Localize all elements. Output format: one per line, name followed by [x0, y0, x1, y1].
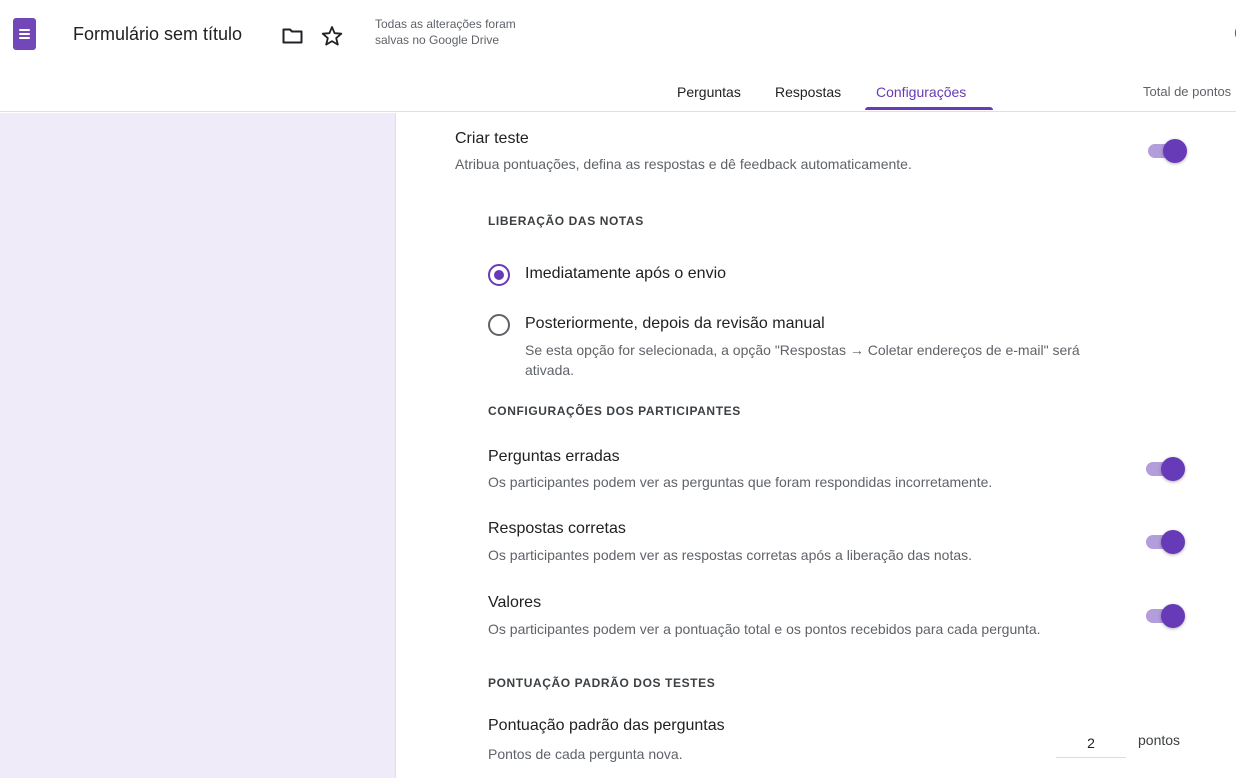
save-status: Todas as alterações foram salvas no Goog…	[375, 16, 565, 48]
correct-answers-title: Respostas corretas	[488, 520, 626, 537]
missed-questions-toggle[interactable]	[1142, 456, 1185, 482]
left-background-panel	[0, 113, 396, 778]
forms-logo-icon[interactable]	[13, 18, 36, 50]
release-manual-radio[interactable]	[488, 314, 510, 336]
star-icon[interactable]	[320, 24, 344, 48]
release-manual-label[interactable]: Posteriormente, depois da revisão manual	[525, 315, 825, 333]
active-tab-indicator	[865, 107, 993, 110]
form-title[interactable]: Formulário sem título	[73, 24, 242, 45]
release-immediate-label[interactable]: Imediatamente após o envio	[525, 265, 726, 283]
correct-answers-toggle[interactable]	[1142, 529, 1185, 555]
app-header: Formulário sem título Todas as alteraçõe…	[0, 0, 1236, 112]
folder-icon[interactable]	[282, 28, 303, 44]
tab-bar: Perguntas Respostas Configurações Total …	[0, 78, 1236, 112]
quiz-title: Criar teste	[455, 130, 529, 147]
tab-perguntas[interactable]: Perguntas	[677, 84, 741, 100]
missed-questions-description: Os participantes podem ver as perguntas …	[488, 474, 993, 490]
tab-respostas[interactable]: Respostas	[775, 84, 841, 100]
respondent-section-label: CONFIGURAÇÕES DOS PARTICIPANTES	[488, 404, 741, 418]
correct-answers-description: Os participantes podem ver as respostas …	[488, 547, 973, 563]
points-unit-label: pontos	[1138, 732, 1181, 748]
default-points-description: Pontos de cada pergunta nova.	[488, 746, 683, 762]
quiz-description: Atribua pontuações, defina as respostas …	[455, 156, 912, 172]
release-section-label: LIBERAÇÃO DAS NOTAS	[488, 214, 644, 228]
default-points-title: Pontuação padrão das perguntas	[488, 717, 725, 734]
default-points-section-label: PONTUAÇÃO PADRÃO DOS TESTES	[488, 676, 716, 690]
tab-configuracoes[interactable]: Configurações	[876, 84, 966, 100]
release-manual-note-line2: ativada.	[525, 362, 575, 378]
palette-icon[interactable]	[1228, 24, 1236, 42]
save-status-line1: Todas as alterações foram	[375, 17, 516, 31]
default-points-input[interactable]	[1056, 728, 1126, 758]
point-values-toggle[interactable]	[1142, 603, 1185, 629]
save-status-line2: salvas no Google Drive	[375, 33, 500, 47]
quiz-toggle[interactable]	[1144, 138, 1187, 164]
release-manual-note-line1: Se esta opção for selecionada, a opção "…	[525, 342, 1080, 358]
total-points-label: Total de pontos	[1143, 84, 1232, 99]
point-values-description: Os participantes podem ver a pontuação t…	[488, 621, 1041, 637]
point-values-title: Valores	[488, 594, 542, 611]
release-immediate-radio[interactable]	[488, 264, 510, 286]
missed-questions-title: Perguntas erradas	[488, 448, 620, 465]
settings-panel: Criar teste Atribua pontuações, defina a…	[397, 113, 1236, 778]
